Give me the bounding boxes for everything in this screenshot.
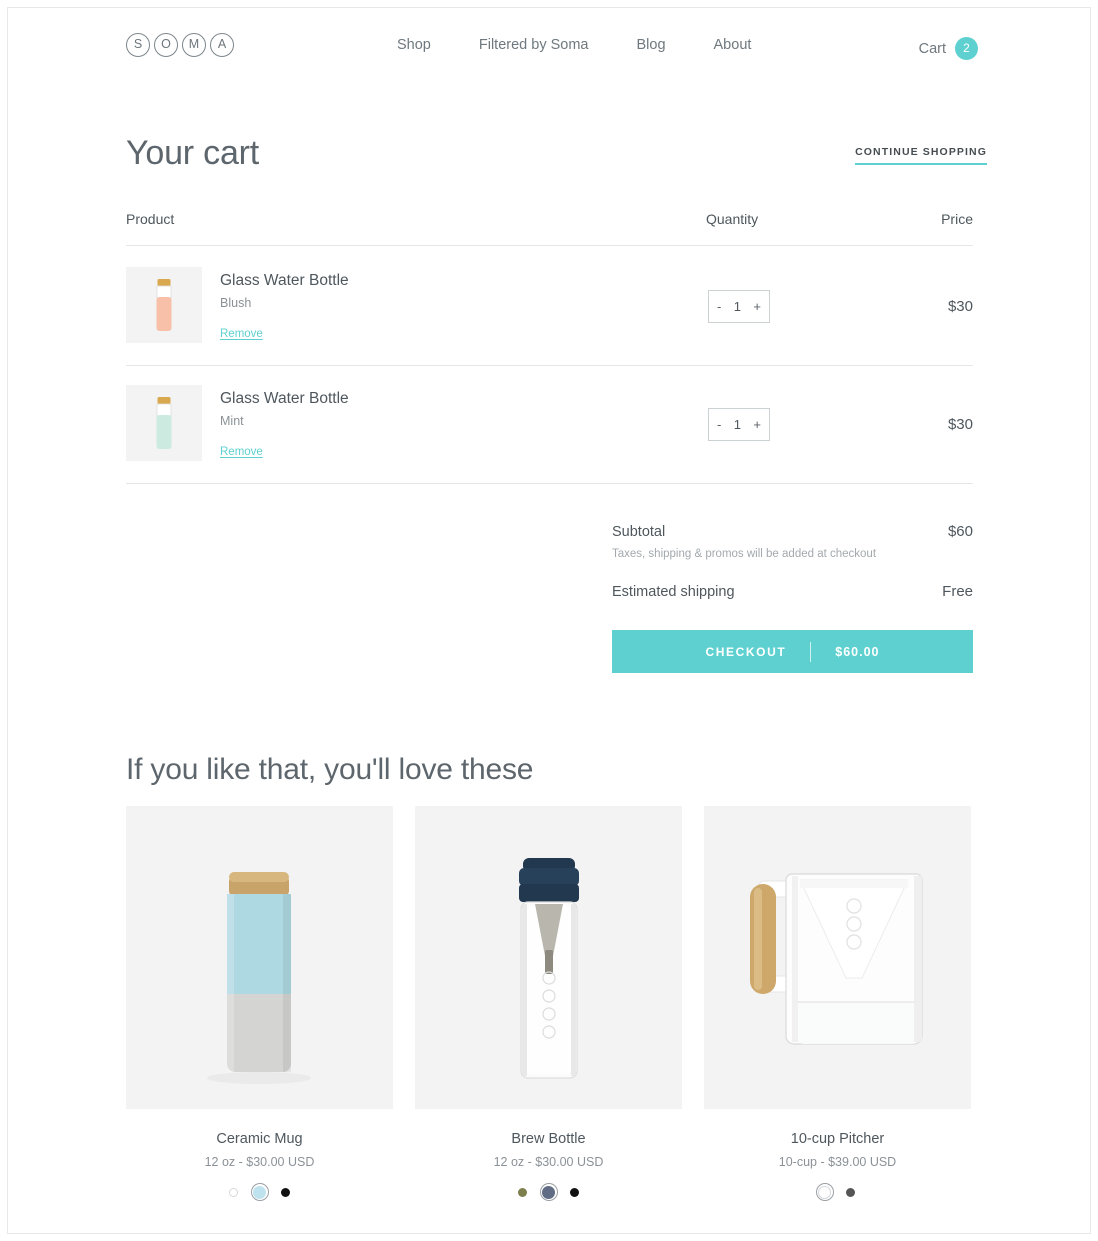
logo-letter-a: A bbox=[210, 33, 234, 57]
product-price: $30 bbox=[947, 298, 973, 315]
quantity-stepper[interactable]: - 1 + bbox=[708, 408, 770, 441]
shipping-label: Estimated shipping bbox=[612, 584, 735, 600]
subtotal-value: $60 bbox=[947, 523, 973, 540]
subtotal-row: Subtotal $60 bbox=[612, 523, 973, 540]
tax-note: Taxes, shipping & promos will be added a… bbox=[612, 548, 877, 560]
checkout-button[interactable]: CHECKOUT $60.00 bbox=[612, 630, 973, 673]
product-variant: Blush bbox=[220, 296, 252, 310]
ceramic-mug-icon bbox=[126, 806, 393, 1109]
soma-logo[interactable]: S O M A bbox=[126, 33, 234, 57]
subtotal-label: Subtotal bbox=[612, 524, 666, 540]
shipping-value: Free bbox=[942, 583, 973, 600]
product-image-brew-bottle bbox=[415, 806, 682, 1109]
cart-row: Glass Water Bottle Blush Remove - 1 + $3… bbox=[126, 248, 973, 366]
product-card-name: 10-cup Pitcher bbox=[790, 1131, 885, 1147]
nav-item-filtered-by-soma[interactable]: Filtered by Soma bbox=[479, 37, 613, 53]
color-swatch-white-selected[interactable] bbox=[815, 1183, 834, 1201]
nav-item-shop[interactable]: Shop bbox=[397, 37, 455, 53]
cart-label: Cart bbox=[918, 40, 946, 57]
product-info: Glass Water Bottle Mint Remove bbox=[220, 390, 349, 460]
column-header-quantity: Quantity bbox=[706, 211, 759, 227]
checkout-divider bbox=[810, 641, 812, 662]
remove-item-link[interactable]: Remove bbox=[220, 446, 263, 458]
cart-table-header: Product Quantity Price bbox=[126, 211, 973, 246]
product-thumbnail-mint bbox=[126, 385, 202, 461]
product-title: Glass Water Bottle bbox=[220, 390, 349, 407]
color-swatches bbox=[704, 1183, 971, 1201]
glass-water-bottle-blush-icon bbox=[126, 267, 202, 343]
color-swatch-black[interactable] bbox=[277, 1183, 295, 1201]
quantity-stepper[interactable]: - 1 + bbox=[708, 290, 770, 323]
product-image-ceramic-mug bbox=[126, 806, 393, 1109]
quantity-value: 1 bbox=[733, 299, 741, 314]
cart-row: Glass Water Bottle Mint Remove - 1 + $30 bbox=[126, 366, 973, 484]
order-summary: Subtotal $60 Taxes, shipping & promos wi… bbox=[612, 523, 973, 673]
product-price: $30 bbox=[947, 416, 973, 433]
color-swatch-navy-selected[interactable] bbox=[539, 1183, 558, 1201]
column-header-price: Price bbox=[941, 211, 973, 227]
color-swatch-olive[interactable] bbox=[514, 1183, 532, 1201]
nav-item-blog[interactable]: Blog bbox=[636, 37, 689, 53]
product-thumbnail-blush bbox=[126, 267, 202, 343]
quantity-increment-button[interactable]: + bbox=[753, 300, 761, 313]
quantity-increment-button[interactable]: + bbox=[753, 418, 761, 431]
color-swatches bbox=[415, 1183, 682, 1201]
page-title: Your cart bbox=[126, 134, 260, 172]
product-card-price: 12 oz - $30.00 USD bbox=[204, 1155, 315, 1169]
product-card-price: 10-cup - $39.00 USD bbox=[778, 1155, 897, 1169]
nav-item-about[interactable]: About bbox=[714, 37, 776, 53]
product-card-name: Brew Bottle bbox=[511, 1131, 586, 1147]
checkout-button-label: CHECKOUT bbox=[705, 644, 787, 659]
quantity-decrement-button[interactable]: - bbox=[717, 418, 721, 431]
cart-link[interactable]: Cart 2 bbox=[919, 37, 978, 60]
color-swatch-blue-selected[interactable] bbox=[250, 1183, 269, 1201]
remove-item-link[interactable]: Remove bbox=[220, 328, 263, 340]
color-swatch-gray[interactable] bbox=[842, 1183, 860, 1201]
checkout-total-amount: $60.00 bbox=[835, 644, 880, 659]
logo-letter-s: S bbox=[126, 33, 150, 57]
main-nav: Shop Filtered by Soma Blog About bbox=[397, 37, 775, 53]
ten-cup-pitcher-icon bbox=[704, 806, 971, 1109]
glass-water-bottle-mint-icon bbox=[126, 385, 202, 461]
color-swatches bbox=[126, 1183, 393, 1201]
quantity-value: 1 bbox=[733, 417, 741, 432]
cart-count-badge: 2 bbox=[955, 37, 978, 60]
shipping-row: Estimated shipping Free bbox=[612, 583, 973, 600]
logo-letter-o: O bbox=[154, 33, 178, 57]
product-image-pitcher bbox=[704, 806, 971, 1109]
recommendations-title: If you like that, you'll love these bbox=[126, 753, 534, 786]
page-frame: S O M A Shop Filtered by Soma Blog About… bbox=[7, 7, 1091, 1234]
site-header: S O M A Shop Filtered by Soma Blog About… bbox=[8, 8, 1090, 86]
product-title: Glass Water Bottle bbox=[220, 272, 349, 289]
recommendations-grid: Ceramic Mug 12 oz - $30.00 USD Brew Bott… bbox=[126, 806, 973, 1201]
logo-letter-m: M bbox=[182, 33, 206, 57]
quantity-decrement-button[interactable]: - bbox=[717, 300, 721, 313]
color-swatch-black[interactable] bbox=[566, 1183, 584, 1201]
product-card-pitcher[interactable]: 10-cup Pitcher 10-cup - $39.00 USD bbox=[704, 806, 971, 1201]
product-variant: Mint bbox=[220, 414, 244, 428]
product-card-price: 12 oz - $30.00 USD bbox=[493, 1155, 604, 1169]
continue-shopping-link[interactable]: CONTINUE SHOPPING bbox=[855, 146, 987, 165]
product-card-brew-bottle[interactable]: Brew Bottle 12 oz - $30.00 USD bbox=[415, 806, 682, 1201]
column-header-product: Product bbox=[126, 211, 175, 227]
product-info: Glass Water Bottle Blush Remove bbox=[220, 272, 349, 342]
product-card-ceramic-mug[interactable]: Ceramic Mug 12 oz - $30.00 USD bbox=[126, 806, 393, 1201]
brew-bottle-icon bbox=[415, 806, 682, 1109]
color-swatch-white[interactable] bbox=[225, 1183, 243, 1201]
product-card-name: Ceramic Mug bbox=[216, 1131, 303, 1147]
